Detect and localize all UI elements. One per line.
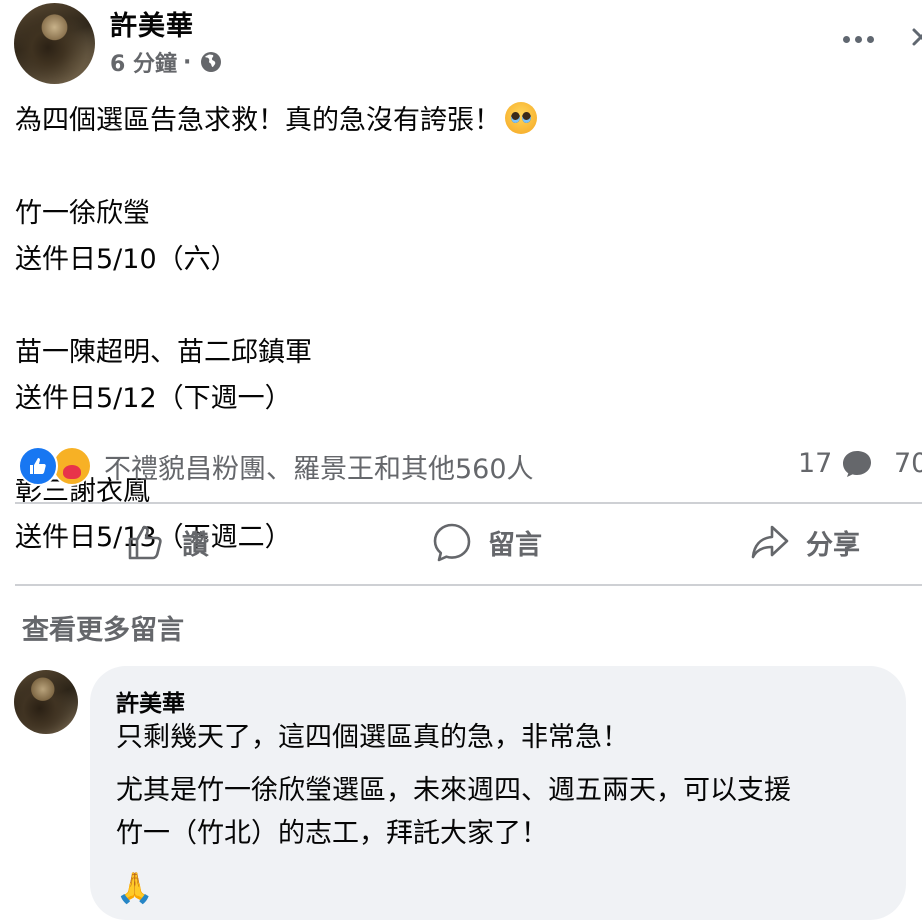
comment-icon [433,523,471,562]
comment-body: 只剩幾天了，這四個選區真的急，非常急！ 尤其是竹一徐欣瑩選區，未來週四、週五兩天… [116,716,791,855]
comment-line: 竹一（竹北）的志工，拜託大家了！ [116,818,548,849]
post-line: 送件日5/10（六） [15,244,238,275]
share-button[interactable]: 分享 [750,522,860,562]
dot-icon [842,35,850,43]
comment-line: 尤其是竹一徐欣瑩選區，未來週四、週五兩天，可以支援 [116,775,791,806]
comment-bubble-icon [843,450,872,477]
post-line: 送件日5/12（下週一） [15,383,292,414]
divider [15,584,922,586]
folded-hands-icon: 🙏 [116,871,154,906]
like-icon [18,446,58,486]
comment-label: 留言 [488,529,542,561]
globe-icon[interactable] [199,50,223,74]
post-line: 竹一徐欣瑩 [15,198,150,229]
like-button[interactable]: 讚 [126,522,209,562]
comment-author[interactable]: 許美華 [116,684,185,718]
post-line: 苗一陳超明、苗二邱鎮軍 [15,337,312,368]
close-icon[interactable] [904,22,922,52]
facebook-post: 許美華 6 分鐘 · 為四個選區告急求救！真的急沒有誇張！ 竹一徐欣瑩 送件日5… [0,0,922,922]
comment-button[interactable]: 留言 [432,522,542,562]
share-count[interactable]: 70 [894,448,922,479]
comment-count[interactable]: 17 [798,448,872,479]
author-name[interactable]: 許美華 [110,4,194,43]
author-avatar[interactable] [14,3,95,84]
reactions-summary[interactable]: 不禮貌昌粉團、羅景王和其他560人 [18,446,534,486]
share-label: 分享 [806,529,860,561]
commenter-avatar[interactable] [14,670,78,734]
post-meta: 6 分鐘 · [110,46,223,78]
comment-line: 只剩幾天了，這四個選區真的急，非常急！ [116,722,629,753]
divider [15,502,922,504]
share-icon [751,525,789,559]
pleading-face-icon [505,102,537,134]
more-options-button[interactable] [838,24,878,54]
post-body: 為四個選區告急求救！真的急沒有誇張！ 竹一徐欣瑩 送件日5/10（六） 苗一陳超… [15,98,537,561]
reactions-text[interactable]: 不禮貌昌粉團、羅景王和其他560人 [104,447,534,486]
dot-icon [854,35,862,43]
meta-separator: · [182,49,192,75]
view-more-comments-link[interactable]: 查看更多留言 [22,608,184,647]
post-time[interactable]: 6 分鐘 [110,46,177,78]
like-label: 讚 [182,529,209,561]
care-icon [52,446,92,486]
post-line: 為四個選區告急求救！真的急沒有誇張！ [15,98,537,144]
thumbs-up-icon [128,525,162,560]
dot-icon [866,35,874,43]
